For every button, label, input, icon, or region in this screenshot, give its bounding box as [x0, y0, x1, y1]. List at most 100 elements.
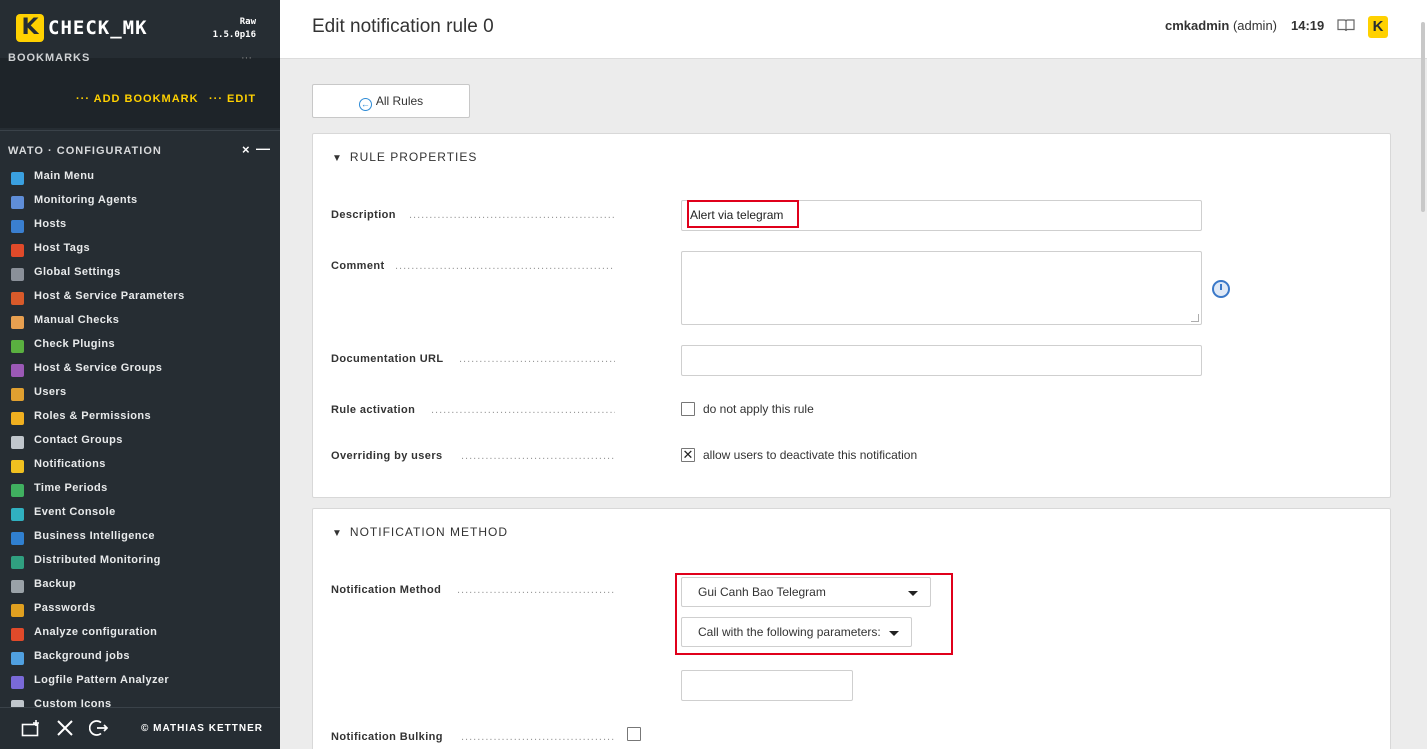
- sidebar-item-time-periods[interactable]: Time Periods: [0, 478, 280, 502]
- notification-method-select[interactable]: Gui Canh Bao Telegram: [681, 577, 931, 607]
- sidebar-item-main-menu[interactable]: Main Menu: [0, 166, 280, 190]
- sidebar-item-label: Contact Groups: [34, 434, 123, 446]
- sidebar-item-label: Host & Service Groups: [34, 362, 163, 374]
- sidebar-item-hosts[interactable]: Hosts: [0, 214, 280, 238]
- edition-info: Raw 1.5.0p16: [213, 16, 256, 42]
- sidebar-item-check-plugins[interactable]: Check Plugins: [0, 334, 280, 358]
- minimize-icon[interactable]: —: [256, 140, 270, 156]
- edition-name: Raw: [239, 17, 256, 27]
- sidebar-item-host-tags[interactable]: Host Tags: [0, 238, 280, 262]
- sidebar-item-analyze-configuration[interactable]: Analyze configuration: [0, 622, 280, 646]
- sidebar-item-event-console[interactable]: Event Console: [0, 502, 280, 526]
- sidebar-item-label: Monitoring Agents: [34, 194, 138, 206]
- parameter-field[interactable]: [681, 670, 853, 701]
- sidebar-item-business-intelligence[interactable]: Business Intelligence: [0, 526, 280, 550]
- copyright[interactable]: © MATHIAS KETTNER: [141, 723, 263, 734]
- leader-dots: ........................................…: [395, 260, 615, 272]
- wato-snapin-header: WATO · CONFIGURATION × —: [0, 130, 280, 166]
- book-icon[interactable]: [1337, 18, 1355, 36]
- sidebar-item-backup[interactable]: Backup: [0, 574, 280, 598]
- sidebar-item-background-jobs[interactable]: Background jobs: [0, 646, 280, 670]
- bell-icon: [11, 460, 24, 473]
- parameters-value: Call with the following parameters:: [698, 625, 881, 639]
- notification-method-title: NOTIFICATION METHOD: [349, 525, 509, 539]
- close-icon[interactable]: ×: [242, 142, 250, 157]
- sidebar-item-notifications[interactable]: Notifications: [0, 454, 280, 478]
- groups-icon: [11, 364, 24, 377]
- hand-icon: [11, 316, 24, 329]
- allow-users-deactivate-label[interactable]: allow users to deactivate this notificat…: [703, 448, 917, 462]
- tools-icon[interactable]: [54, 719, 76, 739]
- sidebar-item-label: Logfile Pattern Analyzer: [34, 674, 170, 686]
- sidebar-item-label: Backup: [34, 578, 77, 590]
- wato-title[interactable]: WATO · CONFIGURATION: [8, 145, 162, 157]
- sidebar-item-host-service-groups[interactable]: Host & Service Groups: [0, 358, 280, 382]
- sidebar-item-label: Passwords: [34, 602, 96, 614]
- app-name[interactable]: CHECK_MK: [48, 17, 148, 39]
- sidebar-item-label: Background jobs: [34, 650, 130, 662]
- allow-users-deactivate-checkbox[interactable]: ✕: [681, 448, 695, 462]
- checkmk-header-logo-icon[interactable]: K: [1368, 16, 1388, 38]
- sidebar-item-label: Notifications: [34, 458, 106, 470]
- notification-method-header[interactable]: ▼ NOTIFICATION METHOD: [332, 525, 508, 539]
- disable-rule-checkbox[interactable]: [681, 402, 695, 416]
- backup-icon: [11, 580, 24, 593]
- page-header: Edit notification rule 0 cmkadmin (admin…: [280, 0, 1427, 212]
- sidebar-item-passwords[interactable]: Passwords: [0, 598, 280, 622]
- all-rules-button[interactable]: ← All Rules: [312, 84, 470, 118]
- chevron-down-icon: [908, 591, 918, 596]
- notification-bulking-checkbox[interactable]: [627, 727, 641, 741]
- leader-dots: ........................................…: [459, 353, 615, 365]
- rule-activation-label: Rule activation: [331, 404, 416, 416]
- leader-dots: ........................................…: [457, 584, 615, 596]
- sidebar-item-label: Users: [34, 386, 67, 398]
- sidebar-item-distributed-monitoring[interactable]: Distributed Monitoring: [0, 550, 280, 574]
- user-info[interactable]: cmkadmin (admin): [1165, 18, 1277, 33]
- bookmarks-dots: ···: [241, 52, 252, 64]
- rule-properties-header[interactable]: ▼ RULE PROPERTIES: [332, 150, 477, 164]
- timestamp-icon[interactable]: [1212, 280, 1230, 298]
- sidebar-item-monitoring-agents[interactable]: Monitoring Agents: [0, 190, 280, 214]
- sidebar-item-label: Business Intelligence: [34, 530, 155, 542]
- comment-textarea[interactable]: [681, 251, 1202, 325]
- edit-bookmarks-link[interactable]: ··· EDIT: [209, 93, 256, 105]
- leader-dots: ........................................…: [461, 450, 615, 462]
- add-bookmark-link[interactable]: ··· ADD BOOKMARK: [76, 93, 199, 105]
- chevron-down-icon: [889, 631, 899, 636]
- sidebar-item-global-settings[interactable]: Global Settings: [0, 262, 280, 286]
- resize-grip-icon[interactable]: [1191, 314, 1199, 322]
- host-icon: [11, 220, 24, 233]
- disable-rule-checkbox-label[interactable]: do not apply this rule: [703, 402, 814, 416]
- back-arrow-icon: ←: [358, 98, 372, 111]
- add-snapin-icon[interactable]: [20, 719, 42, 739]
- clock-icon: [11, 484, 24, 497]
- notification-method-label: Notification Method: [331, 584, 442, 596]
- rule-properties-title: RULE PROPERTIES: [349, 150, 478, 164]
- sidebar-item-label: Analyze configuration: [34, 626, 158, 638]
- sidebar-item-contact-groups[interactable]: Contact Groups: [0, 430, 280, 454]
- puzzle-icon: [11, 340, 24, 353]
- description-label: Description: [331, 209, 396, 221]
- notification-method-value: Gui Canh Bao Telegram: [698, 585, 826, 599]
- overriding-label: Overriding by users: [331, 450, 443, 462]
- roles-icon: [11, 412, 24, 425]
- sidebar-item-manual-checks[interactable]: Manual Checks: [0, 310, 280, 334]
- sidebar-item-host-service-parameters[interactable]: Host & Service Parameters: [0, 286, 280, 310]
- event-icon: [11, 508, 24, 521]
- contact-icon: [11, 436, 24, 449]
- key-icon: [11, 604, 24, 617]
- collapse-triangle-icon: ▼: [332, 153, 343, 164]
- bookmarks-title[interactable]: BOOKMARKS: [8, 52, 90, 64]
- documentation-url-field[interactable]: [681, 345, 1202, 376]
- sidebar-item-roles-permissions[interactable]: Roles & Permissions: [0, 406, 280, 430]
- bookmarks-snapin: BOOKMARKS ··· ··· ADD BOOKMARK ··· EDIT: [0, 52, 280, 128]
- sidebar-item-users[interactable]: Users: [0, 382, 280, 406]
- gear-icon: [11, 268, 24, 281]
- checkmk-logo-icon[interactable]: K: [16, 14, 44, 42]
- sidebar-item-logfile-pattern-analyzer[interactable]: Logfile Pattern Analyzer: [0, 670, 280, 694]
- sidebar-item-label: Roles & Permissions: [34, 410, 152, 422]
- logout-icon[interactable]: [88, 719, 110, 739]
- parameters-select[interactable]: Call with the following parameters:: [681, 617, 912, 647]
- username: cmkadmin: [1165, 18, 1230, 33]
- highlight-box: [687, 200, 799, 228]
